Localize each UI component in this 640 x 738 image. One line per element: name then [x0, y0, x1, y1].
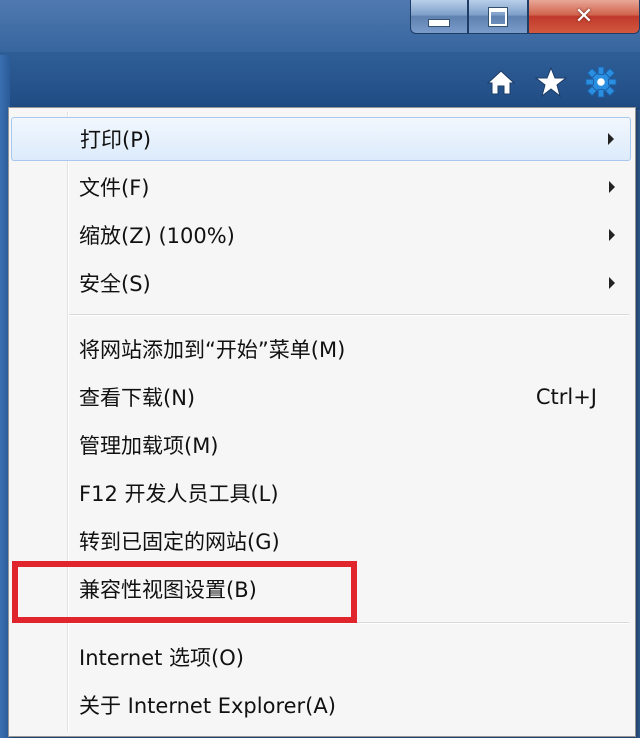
menu-item-label: 转到已固定的网站(G): [79, 530, 280, 554]
menu-item-label: 管理加载项(M): [79, 434, 219, 458]
menu-item-print[interactable]: 打印(P): [11, 117, 631, 161]
menu-item-safety[interactable]: 安全(S): [11, 261, 631, 305]
menu-item-label: 打印(P): [80, 128, 152, 152]
caption-buttons: ✕: [410, 0, 640, 36]
close-icon: ✕: [574, 4, 594, 29]
gear-icon: [585, 66, 617, 98]
menu-item-label: 查看下载(N): [79, 386, 196, 410]
menu-item-add-site-to-start[interactable]: 将网站添加到“开始”菜单(M): [11, 327, 631, 371]
maximize-button[interactable]: [468, 0, 528, 34]
minimize-button[interactable]: [410, 0, 468, 34]
menu-item-developer-tools[interactable]: F12 开发人员工具(L): [11, 471, 631, 515]
command-icons: [485, 62, 635, 102]
star-icon: [535, 66, 567, 98]
submenu-arrow-icon: [609, 181, 615, 193]
submenu-arrow-icon: [608, 133, 614, 145]
home-button[interactable]: [485, 66, 517, 98]
menu-item-pinned-sites[interactable]: 转到已固定的网站(G): [11, 519, 631, 563]
menu-item-file[interactable]: 文件(F): [11, 165, 631, 209]
menu-item-about-ie[interactable]: 关于 Internet Explorer(A): [11, 683, 631, 727]
menu-item-zoom[interactable]: 缩放(Z) (100%): [11, 213, 631, 257]
menu-item-label: 关于 Internet Explorer(A): [79, 694, 336, 718]
tools-menu: 打印(P) 文件(F) 缩放(Z) (100%) 安全(S) 将网站添加到“开始…: [8, 107, 636, 737]
menu-item-shortcut: Ctrl+J: [535, 385, 597, 409]
favorites-button[interactable]: [535, 66, 567, 98]
minimize-icon: [428, 18, 450, 27]
highlight-annotation-box: [12, 561, 357, 623]
menu-item-label: 将网站添加到“开始”菜单(M): [79, 338, 346, 362]
close-button[interactable]: ✕: [528, 0, 640, 34]
menu-item-manage-addons[interactable]: 管理加载项(M): [11, 423, 631, 467]
tools-button[interactable]: [585, 66, 617, 98]
menu-separator: [69, 314, 629, 316]
submenu-arrow-icon: [609, 229, 615, 241]
submenu-arrow-icon: [609, 277, 615, 289]
menu-item-label: Internet 选项(O): [79, 646, 244, 670]
menu-item-internet-options[interactable]: Internet 选项(O): [11, 635, 631, 679]
menu-item-label: 文件(F): [79, 176, 150, 200]
menu-item-label: 安全(S): [79, 272, 151, 296]
maximize-icon: [489, 7, 507, 26]
home-icon: [486, 70, 516, 95]
menu-item-label: 缩放(Z) (100%): [79, 224, 235, 248]
menu-item-label: F12 开发人员工具(L): [79, 482, 279, 506]
menu-item-view-downloads[interactable]: 查看下载(N) Ctrl+J: [11, 375, 631, 419]
